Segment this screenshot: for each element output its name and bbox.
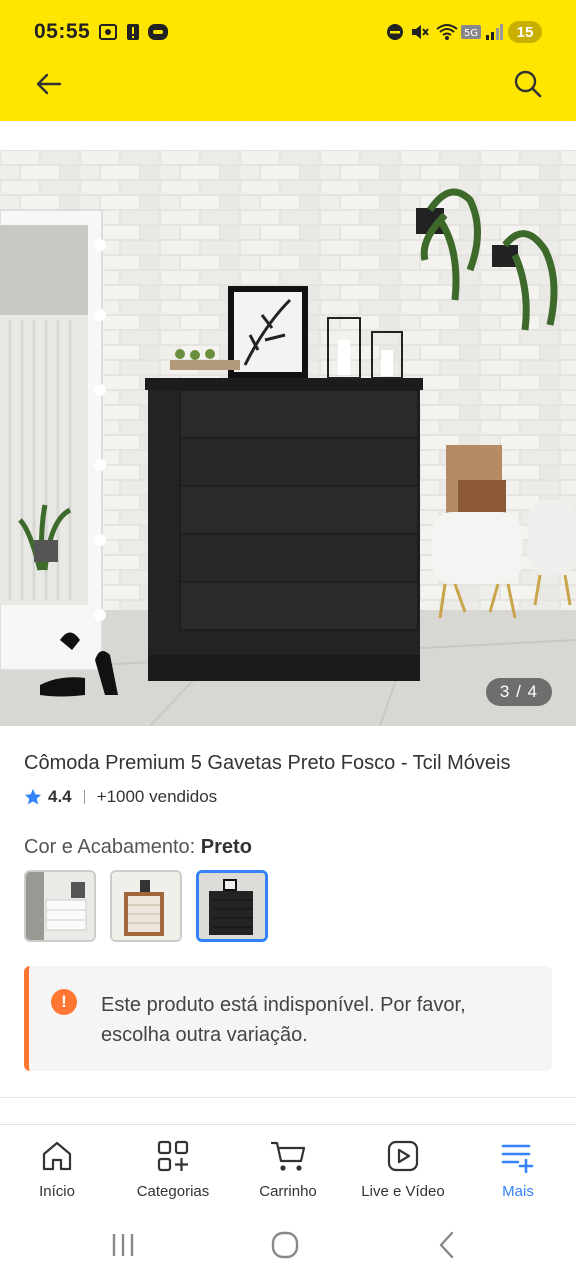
rating-score: 4.4 [48,787,72,806]
star-icon [24,788,42,805]
nav-carrinho-label: Carrinho [259,1183,317,1200]
battery-icon: 15 [508,21,542,43]
swatch-marrom-image [112,872,180,940]
nav-carrinho[interactable]: Carrinho [233,1137,343,1200]
search-icon[interactable] [510,66,546,102]
nav-categorias[interactable]: Categorias [118,1137,228,1200]
back-chevron-icon[interactable] [434,1230,460,1260]
recents-icon[interactable] [108,1230,138,1260]
bottom-navigation: Início Categorias Carrinho Live e Vídeo … [0,1124,576,1210]
unavailable-notice: ! Este produto está indisponível. Por fa… [24,966,552,1071]
nav-inicio-label: Início [39,1183,75,1200]
product-image-gallery[interactable]: 3 / 4 [0,150,576,726]
do-not-disturb-icon [386,23,404,41]
cart-icon [233,1137,343,1175]
swatch-preto[interactable] [196,870,268,942]
nav-mais[interactable]: Mais [463,1137,573,1200]
notice-text: Este produto está indisponível. Por favo… [101,994,466,1046]
variant-label: Cor e Acabamento: Preto [24,836,252,859]
back-arrow-icon[interactable] [30,68,66,100]
nav-live-video-label: Live e Vídeo [361,1183,445,1200]
categories-icon [118,1137,228,1175]
variant-selected: Preto [200,836,252,858]
swatch-branco[interactable] [24,870,96,942]
system-navigation-bar [0,1210,576,1280]
product-title: Cômoda Premium 5 Gavetas Preto Fosco - T… [24,752,511,774]
app-badge-icon [148,23,168,41]
status-bar: 05:55 5G 15 [0,0,576,64]
variant-swatches [24,870,268,942]
nav-inicio[interactable]: Início [2,1137,112,1200]
rating-row[interactable]: 4.4 +1000 vendidos [24,785,217,809]
image-counter: 3 / 4 [485,678,552,706]
swatch-marrom[interactable] [110,870,182,942]
divider [0,1097,576,1098]
home-icon [2,1137,112,1175]
nav-live-video[interactable]: Live e Vídeo [348,1137,458,1200]
sold-count: +1000 vendidos [96,787,218,806]
5g-icon: 5G [461,23,481,41]
screenshot-icon [98,23,118,41]
play-icon [348,1137,458,1175]
status-time: 05:55 [34,20,91,43]
variant-label-text: Cor e Acabamento: [24,836,201,858]
swatch-preto-image [199,873,265,939]
nav-mais-label: Mais [502,1183,534,1200]
app-header: 05:55 5G 15 [0,0,576,121]
mute-icon [410,23,430,41]
menu-plus-icon [463,1137,573,1175]
warning-icon: ! [51,989,77,1015]
svg-text:5G: 5G [464,28,478,39]
rating-separator [83,790,85,804]
alert-icon [126,23,140,41]
nav-categorias-label: Categorias [136,1183,210,1200]
wifi-icon [436,23,458,41]
signal-icon [485,23,503,41]
product-photo [0,150,576,726]
swatch-branco-image [26,872,94,940]
home-circle-icon[interactable] [270,1230,300,1260]
